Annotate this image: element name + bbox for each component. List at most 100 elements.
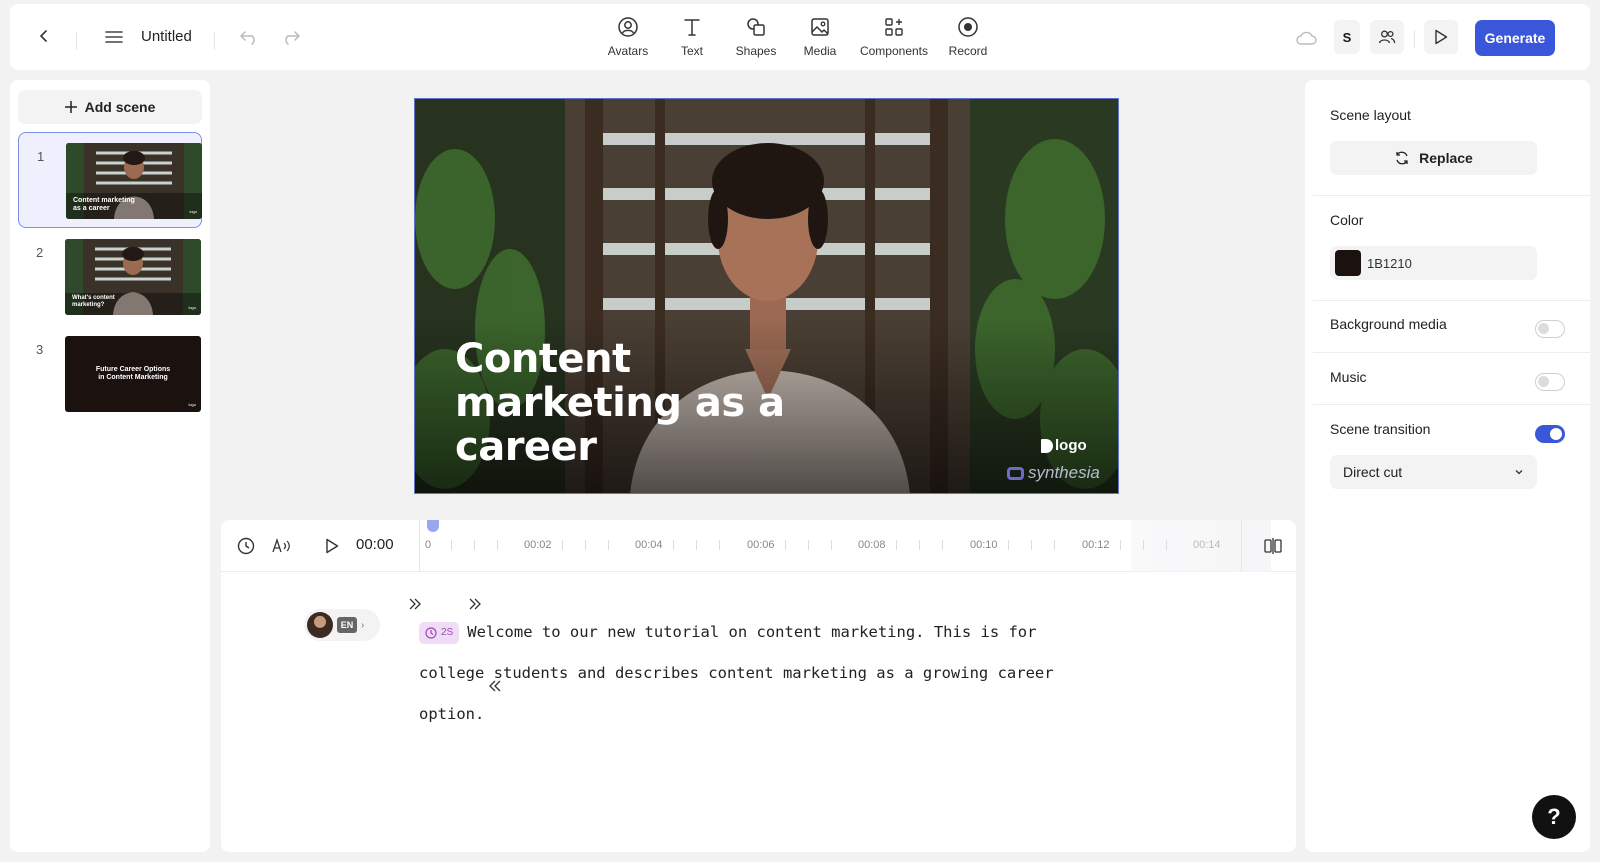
play-icon bbox=[326, 538, 339, 554]
tick bbox=[1054, 540, 1055, 550]
chevron-left-icon bbox=[39, 30, 47, 42]
music-toggle[interactable] bbox=[1535, 373, 1565, 391]
tool-label: Components bbox=[859, 44, 929, 58]
user-avatar[interactable]: S bbox=[1334, 20, 1360, 54]
scene-canvas[interactable]: Content marketing as a career logo synth… bbox=[414, 98, 1119, 494]
undo-icon bbox=[239, 31, 255, 45]
back-button[interactable] bbox=[34, 26, 54, 46]
tool-label: Text bbox=[680, 44, 703, 58]
scene-item-1[interactable]: 1 Content marketing as a career logo bbox=[18, 132, 202, 228]
image-icon bbox=[811, 18, 829, 36]
menu-button[interactable] bbox=[103, 26, 125, 48]
divider bbox=[1414, 30, 1415, 48]
tool-label: Record bbox=[948, 44, 988, 58]
script-editor: 00:00 0 00:02 00:04 00:06 00:08 00:10 00… bbox=[221, 520, 1296, 852]
transition-dropdown[interactable]: Direct cut bbox=[1330, 455, 1537, 489]
voice-selector[interactable]: EN › bbox=[304, 609, 380, 641]
scene-layout-label: Scene layout bbox=[1330, 107, 1411, 123]
tick bbox=[808, 540, 809, 550]
divider bbox=[214, 32, 215, 50]
tick-label: 00:02 bbox=[524, 539, 552, 551]
current-time: 00:00 bbox=[356, 536, 394, 553]
scene-number: 2 bbox=[36, 245, 44, 260]
avatar bbox=[307, 612, 333, 638]
components-icon bbox=[885, 18, 903, 36]
color-swatch[interactable] bbox=[1335, 250, 1361, 276]
play-button[interactable] bbox=[321, 535, 343, 557]
transition-value: Direct cut bbox=[1343, 464, 1403, 480]
top-bar: Untitled Avatars Text Shapes Media Compo… bbox=[10, 4, 1590, 70]
tick bbox=[1166, 540, 1167, 550]
scene-transition-toggle[interactable] bbox=[1535, 425, 1565, 443]
thumbnail-title: What's content marketing? bbox=[72, 295, 115, 308]
divider bbox=[1313, 352, 1590, 353]
tick bbox=[608, 540, 609, 550]
tick bbox=[673, 540, 674, 550]
undo-button[interactable] bbox=[238, 26, 260, 48]
divider bbox=[76, 32, 77, 50]
tick bbox=[719, 540, 720, 550]
tool-media[interactable]: Media bbox=[780, 16, 860, 58]
clock-icon bbox=[425, 626, 437, 639]
watermark: synthesia bbox=[1007, 463, 1100, 483]
color-value[interactable]: 1B1210 bbox=[1367, 256, 1412, 271]
divider bbox=[1241, 520, 1242, 572]
music-label: Music bbox=[1330, 369, 1367, 385]
color-label: Color bbox=[1330, 212, 1364, 228]
scene-thumbnail: What's content marketing? logo bbox=[65, 239, 201, 315]
voice-settings-button[interactable] bbox=[271, 535, 293, 557]
scene-item-2[interactable]: 2 What's content marketing? logo bbox=[18, 229, 202, 325]
thumbnail-logo: logo bbox=[188, 305, 196, 310]
replace-layout-button[interactable]: Replace bbox=[1330, 141, 1537, 175]
tick bbox=[696, 540, 697, 550]
chevron-right-icon: › bbox=[361, 619, 365, 631]
cloud-sync-button[interactable] bbox=[1294, 28, 1318, 48]
script-text-line: college students and describes content m… bbox=[419, 664, 1054, 682]
script-text-line: option. bbox=[419, 705, 485, 723]
tick bbox=[785, 540, 786, 550]
redo-button[interactable] bbox=[280, 26, 302, 48]
tool-label: Shapes bbox=[735, 44, 777, 58]
generate-button[interactable]: Generate bbox=[1475, 20, 1555, 56]
clock-icon bbox=[237, 537, 255, 555]
tool-record[interactable]: Record bbox=[928, 16, 1008, 58]
hamburger-icon bbox=[105, 31, 123, 43]
watermark-text: synthesia bbox=[1028, 463, 1100, 482]
tick bbox=[585, 540, 586, 550]
collaborators-button[interactable] bbox=[1370, 20, 1404, 54]
scene-thumbnail: Future Career Options in Content Marketi… bbox=[65, 336, 201, 412]
thumbnail-logo: logo bbox=[189, 209, 197, 214]
brand-logo[interactable]: logo bbox=[1041, 437, 1087, 454]
avatar-icon bbox=[618, 17, 638, 37]
tick bbox=[919, 540, 920, 550]
pause-chip[interactable]: 2S bbox=[419, 621, 460, 644]
scene-title-text[interactable]: Content marketing as a career bbox=[455, 337, 795, 469]
properties-panel: Scene layout Replace Color 1B1210 Backgr… bbox=[1305, 80, 1590, 852]
document-title[interactable]: Untitled bbox=[141, 28, 192, 45]
split-icon bbox=[1264, 538, 1282, 554]
tool-components[interactable]: Components bbox=[854, 16, 934, 58]
scene-number: 3 bbox=[36, 342, 44, 357]
tick bbox=[497, 540, 498, 550]
divider bbox=[1313, 195, 1590, 196]
split-scene-button[interactable] bbox=[1261, 534, 1285, 558]
tick bbox=[562, 540, 563, 550]
duration-button[interactable] bbox=[235, 535, 257, 557]
tick bbox=[1120, 540, 1121, 550]
help-button[interactable]: ? bbox=[1532, 795, 1576, 839]
preview-button[interactable] bbox=[1424, 20, 1458, 54]
synthesia-icon bbox=[1007, 466, 1024, 480]
color-field[interactable]: 1B1210 bbox=[1330, 246, 1537, 280]
tick bbox=[942, 540, 943, 550]
playhead-handle[interactable] bbox=[427, 520, 439, 532]
cloud-icon bbox=[1296, 31, 1317, 45]
background-media-toggle[interactable] bbox=[1535, 320, 1565, 338]
add-scene-button[interactable]: Add scene bbox=[18, 90, 202, 124]
tick bbox=[1143, 540, 1144, 550]
tool-label: Media bbox=[803, 44, 837, 58]
script-text[interactable]: 2S Welcome to our new tutorial on content… bbox=[419, 612, 1099, 735]
tick bbox=[831, 540, 832, 550]
redo-icon bbox=[285, 31, 301, 45]
scene-item-3[interactable]: 3 Future Career Options in Content Marke… bbox=[18, 326, 202, 422]
record-icon bbox=[958, 17, 978, 37]
